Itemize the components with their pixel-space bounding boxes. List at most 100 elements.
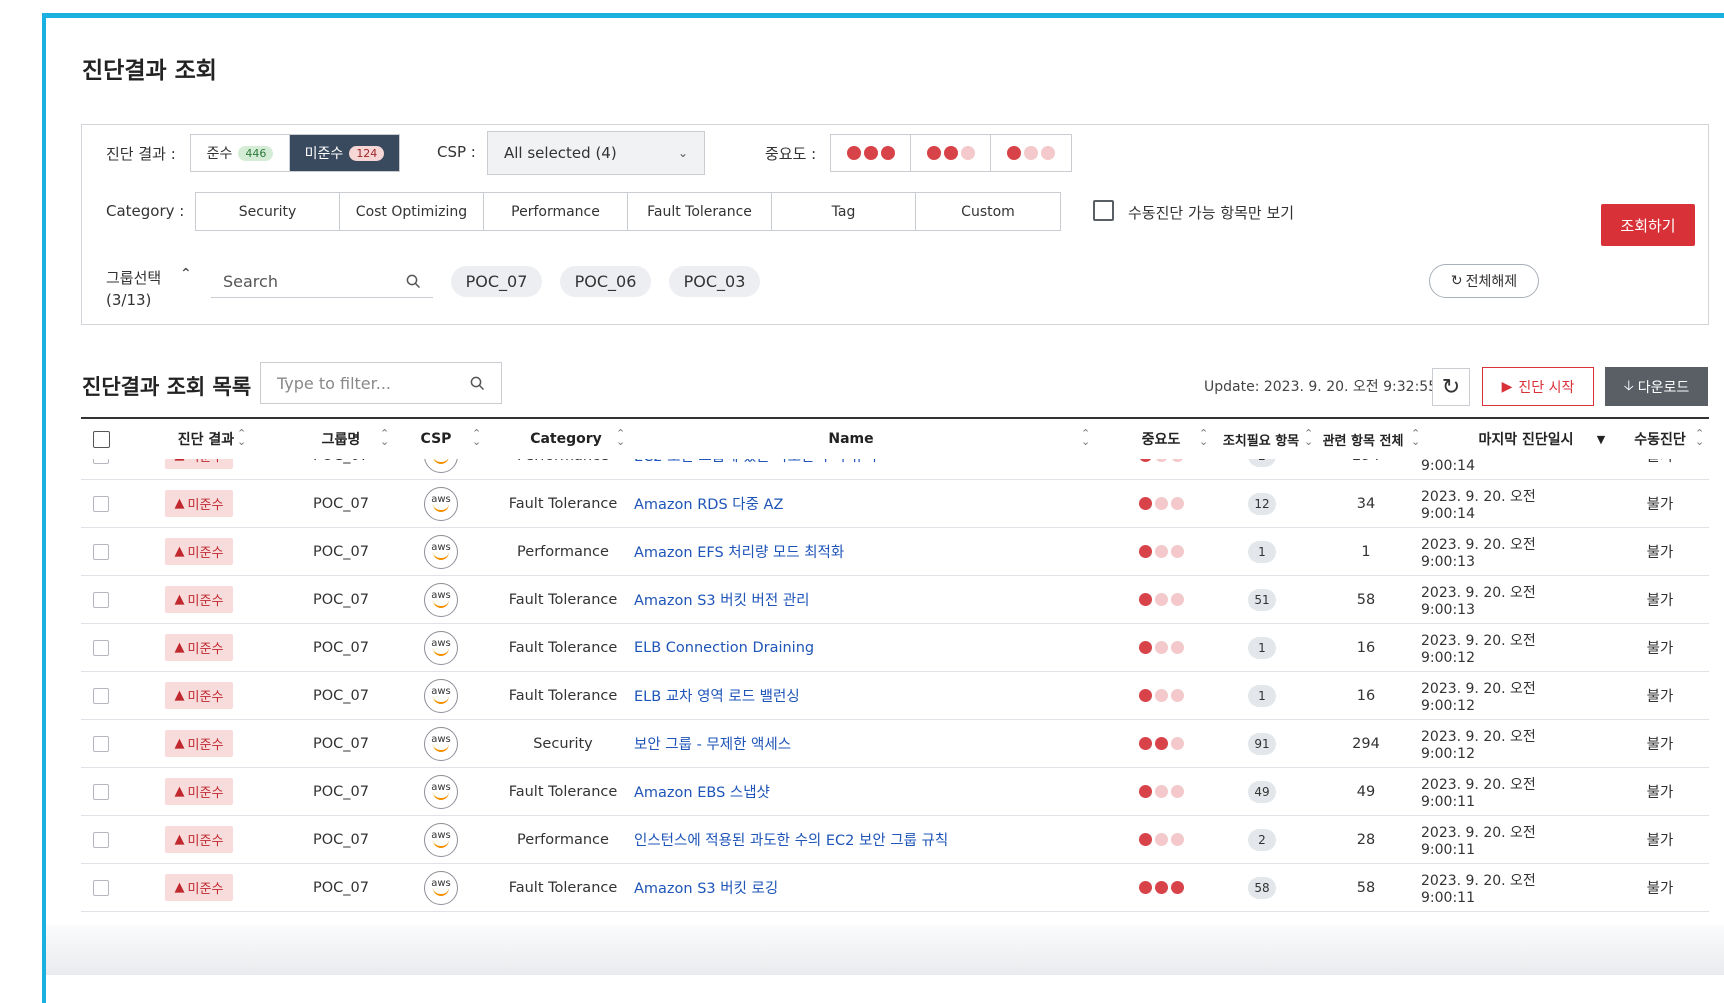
importance-low-button[interactable] <box>991 135 1071 171</box>
aws-logo-text: aws <box>431 782 451 793</box>
column-csp[interactable]: CSP <box>401 419 471 459</box>
column-group[interactable]: 그룹명 <box>291 419 391 459</box>
manual-only-checkbox[interactable] <box>1093 200 1114 221</box>
table-row[interactable]: ▲ 미준수 POC_07 aws Security 보안 그룹 - 무제한 액세스 91 29… <box>81 720 1709 768</box>
table-row[interactable]: ▲ 미준수 POC_07 aws Fault Tolerance ELB 교차 영역 로드… <box>81 672 1709 720</box>
group-search-field[interactable]: Search <box>211 266 433 298</box>
sort-icon[interactable]: ⌃ ⌄ <box>1199 428 1208 447</box>
table-row[interactable]: ▲ 미준수 POC_07 aws Fault Tolerance Amazon S3 버킷… <box>81 864 1709 912</box>
category-cost-optimizing-button[interactable]: Cost Optimizing <box>340 193 484 230</box>
result-cell: ▲미준수 <box>149 480 249 527</box>
row-checkbox[interactable] <box>93 591 109 608</box>
table-row[interactable]: ▲ 미준수 POC_07 aws Performance Amazon EFS 처리량 모… <box>81 528 1709 576</box>
importance-cell <box>1121 624 1201 671</box>
sort-icon[interactable]: ⌃ ⌄ <box>472 428 481 447</box>
table-row[interactable]: ▲ 미준수 POC_07 aws Fault Tolerance Amazon RDS 다… <box>81 480 1709 528</box>
aws-logo-icon: aws <box>424 486 458 521</box>
category-performance-button[interactable]: Performance <box>484 193 628 230</box>
rule-name-link[interactable]: Amazon S3 버킷 버전 관리 <box>634 576 1084 623</box>
column-manual[interactable]: 수동진단 <box>1625 419 1695 459</box>
action-required-count: 1 <box>1248 636 1276 659</box>
sort-icon[interactable]: ⌃ ⌄ <box>616 428 625 447</box>
row-checkbox[interactable] <box>93 879 109 896</box>
column-last-diagnosis[interactable]: 마지막 진단일시 <box>1461 419 1591 459</box>
column-name[interactable]: Name <box>641 419 1061 459</box>
status-badge: ▲미준수 <box>164 874 234 901</box>
row-checkbox[interactable] <box>93 495 109 512</box>
rule-name-link[interactable]: Amazon RDS 다중 AZ <box>634 480 1084 527</box>
importance-dot <box>1154 737 1168 750</box>
sort-icon[interactable]: ⌃ ⌄ <box>1081 428 1090 447</box>
row-checkbox-cell <box>89 768 113 815</box>
result-cell: ▲미준수 <box>149 816 249 863</box>
group-cell: POC_07 <box>313 879 369 896</box>
clear-all-button[interactable]: ↻ 전체해제 <box>1429 264 1539 298</box>
rule-name-link[interactable]: ELB Connection Draining <box>634 624 1084 671</box>
refresh-button[interactable]: ↻ <box>1432 368 1470 406</box>
category-cell: Fault Tolerance <box>508 591 618 608</box>
list-title: 진단결과 조회 목록 <box>82 375 252 399</box>
category-security-button[interactable]: Security <box>196 193 340 230</box>
result-compliant-button[interactable]: 준수 446 <box>191 135 290 171</box>
download-button[interactable]: 🡣 다운로드 <box>1605 367 1708 406</box>
related-total-cell: 16 <box>1356 639 1376 656</box>
column-importance[interactable]: 중요도 <box>1121 419 1201 459</box>
table-row[interactable]: ▲ 미준수 POC_07 aws Fault Tolerance Amazon S3 버킷… <box>81 576 1709 624</box>
importance-dot <box>1170 689 1184 702</box>
importance-high-button[interactable] <box>831 135 911 171</box>
csp-select[interactable]: All selected (4) ⌄ <box>487 131 705 175</box>
sort-icon[interactable]: ⌃ ⌄ <box>1695 428 1704 447</box>
action-required-count: 2 <box>1248 828 1276 851</box>
category-cell: Fault Tolerance <box>508 783 618 800</box>
row-checkbox[interactable] <box>93 783 109 800</box>
action-required-count: 1 <box>1248 540 1276 563</box>
search-button[interactable]: 조회하기 <box>1601 204 1695 246</box>
aws-logo-icon: aws <box>424 534 458 569</box>
list-filter-input[interactable]: Type to filter... <box>260 362 502 404</box>
related-total-cell: 28 <box>1356 831 1376 848</box>
related-total-cell: 58 <box>1356 591 1376 608</box>
rule-name-link[interactable]: Amazon S3 버킷 로깅 <box>634 864 1084 911</box>
aws-logo-text: aws <box>431 734 451 745</box>
start-diagnosis-button[interactable]: ▶ 진단 시작 <box>1482 367 1594 406</box>
rule-name-link[interactable]: Amazon EBS 스냅샷 <box>634 768 1084 815</box>
rule-name-link[interactable]: ELB 교차 영역 로드 밸런싱 <box>634 672 1084 719</box>
row-checkbox[interactable] <box>93 687 109 704</box>
importance-dot <box>1170 593 1184 606</box>
rule-name-link[interactable]: Amazon EFS 처리량 모드 최적화 <box>634 528 1084 575</box>
sort-icon[interactable]: ⌃ ⌄ <box>380 428 389 447</box>
action-required-count: 51 <box>1248 588 1276 611</box>
importance-medium-button[interactable] <box>911 135 991 171</box>
group-chip-poc06[interactable]: POC_06 <box>560 266 651 297</box>
chevron-down-icon[interactable]: ▼ <box>1591 419 1611 459</box>
group-chip-poc07[interactable]: POC_07 <box>451 266 542 297</box>
category-tag-button[interactable]: Tag <box>772 193 916 230</box>
play-icon: ▶ <box>1501 378 1513 395</box>
category-fault-tolerance-button[interactable]: Fault Tolerance <box>628 193 772 230</box>
select-all-checkbox[interactable] <box>92 430 110 448</box>
table-row[interactable]: ▲ 미준수 POC_07 aws Performance 인스턴스에 적용된 과도한 수의… <box>81 816 1709 864</box>
sort-icon[interactable]: ⌃ ⌄ <box>1304 428 1313 447</box>
last-diagnosis-cell: 2023. 9. 20. 오전 9:00:13 <box>1421 536 1536 570</box>
rule-name-link[interactable]: 인스턴스에 적용된 과도한 수의 EC2 보안 그룹 규칙 <box>634 816 1084 863</box>
csp-cell: aws <box>416 720 466 767</box>
row-checkbox[interactable] <box>93 543 109 560</box>
importance-cell <box>1121 720 1201 767</box>
rule-name-link[interactable]: 보안 그룹 - 무제한 액세스 <box>634 720 1084 767</box>
table-row[interactable]: ▲ 미준수 POC_07 aws Fault Tolerance Amazon EBS 스… <box>81 768 1709 816</box>
column-category[interactable]: Category <box>501 419 631 459</box>
column-related-total[interactable]: 관련 항목 전체 <box>1317 419 1409 459</box>
table-row[interactable]: ▲ 미준수 POC_07 aws Fault Tolerance ELB Connecti… <box>81 624 1709 672</box>
result-noncompliant-button[interactable]: 미준수 124 <box>290 135 399 171</box>
row-checkbox[interactable] <box>93 639 109 656</box>
related-total-cell: 16 <box>1356 687 1376 704</box>
group-chip-poc03[interactable]: POC_03 <box>669 266 760 297</box>
sort-icon[interactable]: ⌃ ⌄ <box>1411 428 1420 447</box>
last-update-text: Update: 2023. 9. 20. 오전 9:32:55 <box>1204 379 1438 395</box>
category-custom-button[interactable]: Custom <box>916 193 1060 230</box>
column-action-required[interactable]: 조치필요 항목 <box>1217 419 1305 459</box>
sort-icon[interactable]: ⌃ ⌄ <box>237 428 246 447</box>
chevron-up-icon[interactable]: ⌃ <box>180 266 192 282</box>
row-checkbox[interactable] <box>93 735 109 752</box>
row-checkbox[interactable] <box>93 831 109 848</box>
